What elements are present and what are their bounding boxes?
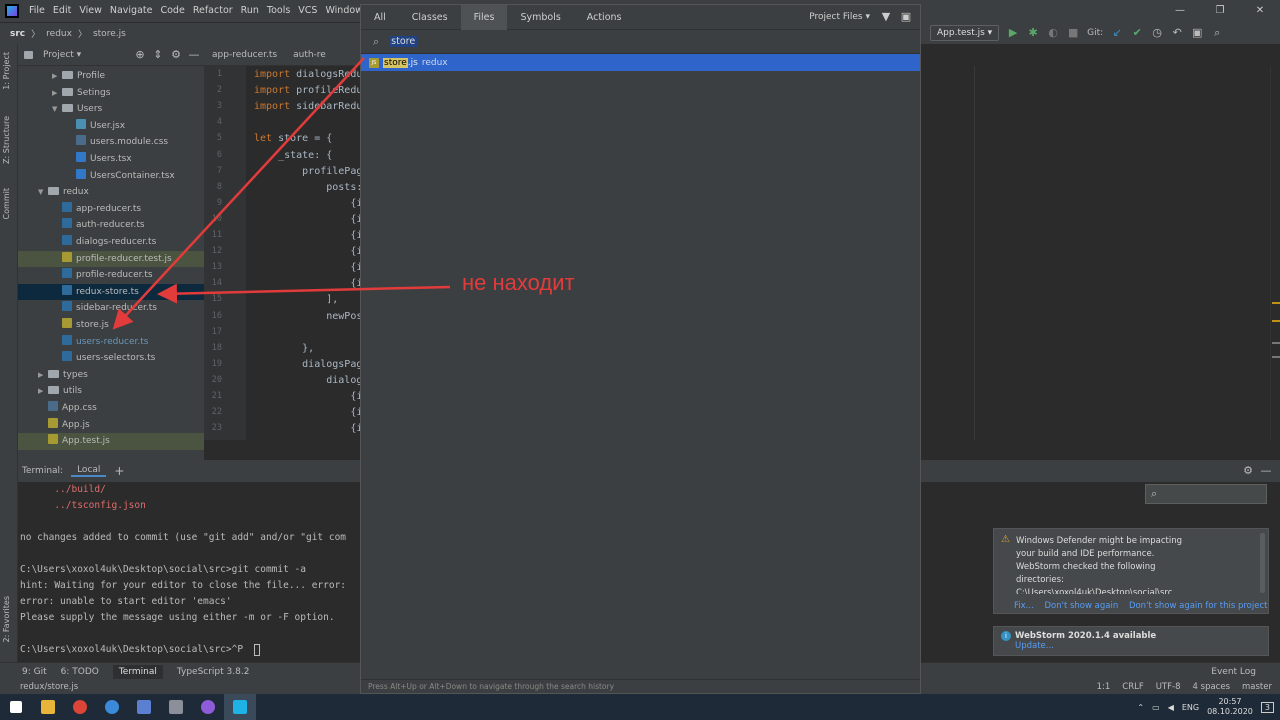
annotation-arrow-to-redux-store: [157, 283, 451, 304]
annotation-arrows: [112, 57, 451, 330]
annotation-arrow-to-store-js: [112, 57, 365, 330]
annotation-label: не находит: [462, 270, 575, 295]
